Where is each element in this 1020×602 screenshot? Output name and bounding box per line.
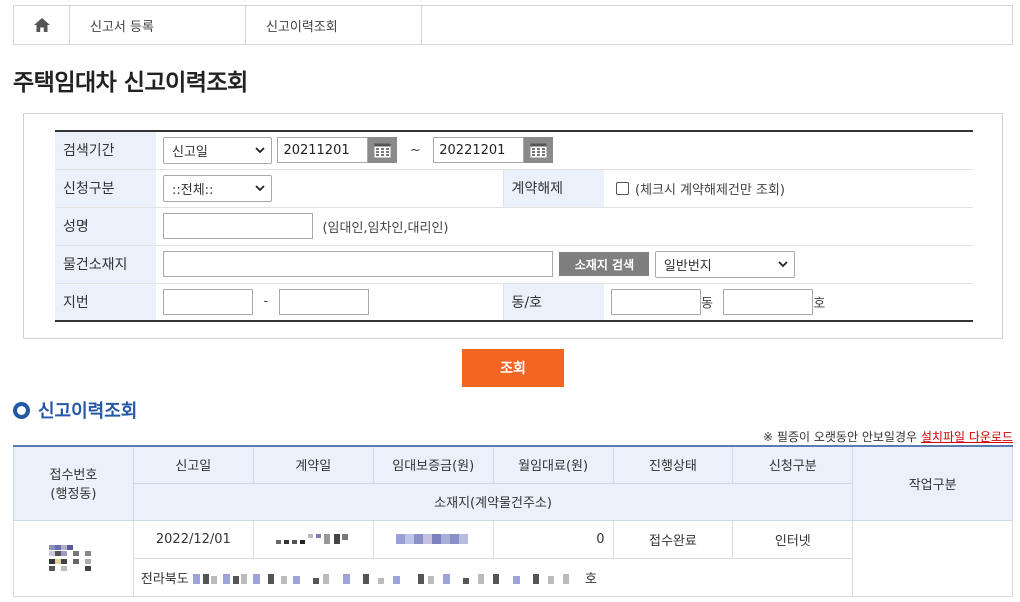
chevron-down-icon [255, 147, 265, 154]
lot-label: 지번 [55, 283, 156, 321]
name-input[interactable] [163, 213, 313, 239]
location-label: 물건소재지 [55, 245, 156, 284]
monthly-rent-cell: 0 [492, 519, 614, 559]
address-cell: 전라북도 호 [132, 557, 854, 597]
calendar-icon [530, 143, 547, 158]
home-button[interactable] [14, 6, 70, 44]
install-file-download-link[interactable]: 설치파일 다운로드 [921, 430, 1013, 444]
lot-main-input[interactable] [163, 288, 253, 315]
date-from-calendar-button[interactable] [368, 137, 398, 164]
dongho-label: 동/호 [502, 283, 604, 321]
calendar-icon [374, 143, 391, 158]
plugin-notice: ※ 필증이 오랫동안 안보일경우 설치파일 다운로드 [763, 430, 1013, 444]
cancel-only-checkbox[interactable] [616, 181, 629, 195]
deposit-cell [372, 519, 494, 559]
breadcrumb-report-register[interactable]: 신고서 등록 [70, 6, 246, 44]
col-contract-date: 계약일 [252, 445, 374, 484]
receipt-no-redacted [49, 545, 92, 571]
ring-icon [13, 401, 30, 419]
col-report-date: 신고일 [132, 445, 254, 484]
col-location: 소재지(계약물건주소) [132, 482, 854, 521]
address-redacted [192, 574, 569, 584]
period-label: 검색기간 [55, 131, 156, 170]
cancel-label: 계약해제 [502, 169, 604, 208]
chevron-down-icon [255, 184, 265, 191]
apply-type-label: 신청구분 [55, 169, 156, 208]
address-suffix: 호 [585, 571, 597, 587]
lot-sub-input[interactable] [278, 288, 369, 315]
contract-date-redacted [276, 534, 349, 544]
col-deposit: 임대보증금(원) [372, 445, 494, 484]
work-cell [852, 519, 1013, 597]
name-label: 성명 [55, 207, 156, 246]
chevron-down-icon [778, 260, 788, 267]
date-to-calendar-button[interactable] [524, 137, 554, 164]
date-from-input[interactable]: 20211201 [277, 137, 369, 164]
status-cell: 접수완료 [612, 519, 734, 559]
apply-type-cell: 인터넷 [732, 519, 854, 559]
ho-input[interactable] [723, 288, 814, 315]
search-panel: 검색기간 신고일 20211201 ~ 20221201 신청구분 ::전체::… [23, 113, 1003, 339]
report-date-cell: 2022/12/01 [132, 519, 254, 559]
col-status: 진행상태 [612, 445, 734, 484]
col-apply-type: 신청구분 [732, 445, 854, 484]
section-title: 신고이력조회 [13, 397, 137, 423]
lot-dash: - [263, 294, 269, 310]
date-to-input[interactable]: 20221201 [433, 137, 525, 164]
lot-type-select[interactable]: 일반번지 [654, 250, 795, 278]
search-form-table: 검색기간 신고일 20211201 ~ 20221201 신청구분 ::전체::… [55, 130, 973, 322]
contract-date-cell [252, 519, 374, 559]
date-range-separator: ~ [409, 142, 421, 158]
cancel-hint: (체크시 계약해제건만 조회) [635, 182, 785, 198]
location-search-button[interactable]: 소재지 검색 [559, 252, 650, 276]
address-prefix: 전라북도 [140, 571, 189, 587]
ho-suffix: 호 [813, 296, 826, 312]
page-title: 주택임대차 신고이력조회 [13, 70, 248, 96]
query-button[interactable]: 조회 [462, 349, 564, 387]
table-row[interactable]: 2022/12/01 0 접수완료 인터넷 [13, 519, 1013, 597]
deposit-redacted [396, 534, 469, 544]
dong-input[interactable] [611, 288, 701, 315]
receipt-no-cell [13, 519, 134, 597]
col-receipt-no: 접수번호 (행정동) [13, 445, 134, 521]
home-icon [33, 18, 50, 32]
apply-type-select[interactable]: ::전체:: [163, 174, 272, 202]
dong-suffix: 동 [701, 296, 713, 312]
col-work: 작업구분 [852, 445, 1013, 521]
breadcrumb: 신고서 등록 신고이력조회 [13, 5, 1013, 45]
name-hint: (임대인,임차인,대리인) [322, 220, 449, 236]
col-monthly-rent: 월임대료(원) [492, 445, 614, 484]
breadcrumb-report-history[interactable]: 신고이력조회 [246, 6, 422, 44]
result-table: 접수번호 (행정동) 신고일 계약일 임대보증금(원) 월임대료(원) 진행상태 … [13, 445, 1013, 597]
location-input[interactable] [163, 251, 553, 277]
period-type-select[interactable]: 신고일 [163, 136, 272, 164]
